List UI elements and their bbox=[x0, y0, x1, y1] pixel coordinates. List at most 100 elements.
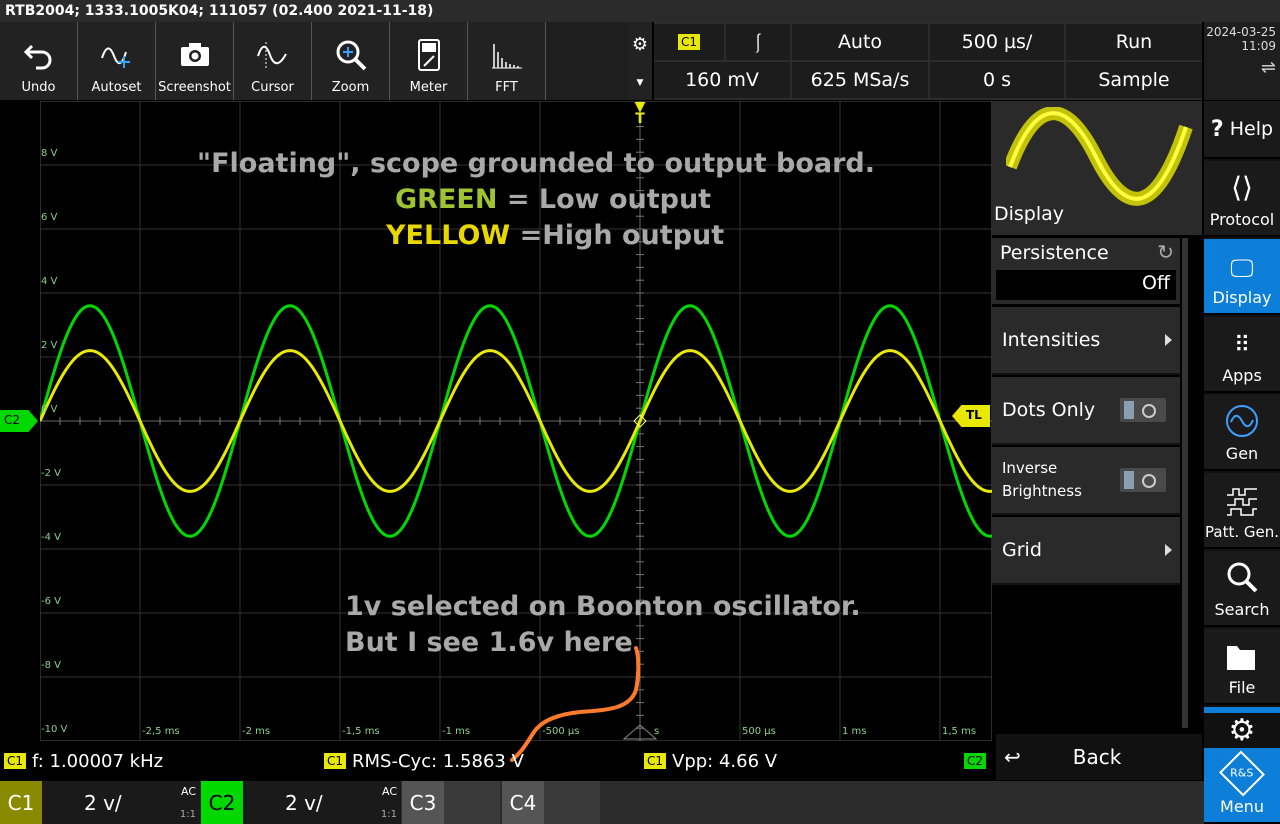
datetime: 2024-03-25 11:09 ⇌ bbox=[1204, 22, 1280, 100]
run-stop-button[interactable]: Run bbox=[1066, 24, 1202, 60]
c2-badge: C2 bbox=[964, 753, 987, 769]
c3-channel-tab[interactable]: C3 bbox=[402, 781, 444, 824]
timebase-scale[interactable]: 500 µs/ bbox=[930, 24, 1064, 60]
persistence-setting[interactable]: Persistence ↻ Off bbox=[992, 238, 1180, 304]
c1-scale: 2 v/ bbox=[84, 790, 122, 815]
freq-value: f: 1.00007 kHz bbox=[32, 750, 164, 772]
c1-channel-tab[interactable]: C1 bbox=[0, 781, 42, 824]
annotation-boonton: 1v selected on Boonton oscillator. bbox=[345, 591, 861, 622]
trigger-source[interactable]: C1 bbox=[654, 24, 724, 60]
cursor-button[interactable]: Cursor bbox=[234, 22, 312, 100]
xlabel: -2,5 ms bbox=[142, 726, 180, 737]
grid-menu-item[interactable]: Grid bbox=[992, 517, 1180, 585]
grid-label: Grid bbox=[1002, 539, 1042, 561]
chevron-right-icon bbox=[1165, 544, 1172, 556]
rs-logo-icon: R&S bbox=[1219, 750, 1265, 797]
apps-label: Apps bbox=[1222, 366, 1262, 385]
green-word: GREEN bbox=[395, 184, 498, 215]
measurement-rms[interactable]: C1 RMS-Cyc: 1.5863 V bbox=[324, 743, 524, 779]
search-button[interactable]: Search bbox=[1204, 551, 1280, 627]
c2-offset-marker[interactable]: C2 bbox=[0, 410, 38, 432]
generator-icon bbox=[1226, 405, 1258, 437]
date-text: 2024-03-25 bbox=[1206, 25, 1276, 39]
zoom-icon bbox=[336, 40, 366, 71]
trigger-level[interactable]: 160 mV bbox=[654, 62, 790, 98]
green-rest: = Low output bbox=[497, 184, 712, 215]
trigger-position-marker[interactable]: ▼ T bbox=[633, 100, 647, 129]
gen-button[interactable]: Gen bbox=[1204, 395, 1280, 471]
autoset-button[interactable]: Autoset bbox=[78, 22, 156, 100]
refresh-icon[interactable]: ↻ bbox=[1157, 240, 1174, 264]
c4-channel-tab[interactable]: C4 bbox=[502, 781, 544, 824]
rms-value: RMS-Cyc: 1.5863 V bbox=[352, 750, 524, 772]
dots-only-label: Dots Only bbox=[1002, 399, 1096, 421]
fft-button[interactable]: FFT bbox=[468, 22, 546, 100]
ylabel: -4 V bbox=[41, 532, 61, 543]
menu-button[interactable]: ⚙ R&S Menu bbox=[1204, 707, 1280, 824]
meter-icon bbox=[417, 39, 440, 71]
inverse-brightness-toggle[interactable] bbox=[1120, 468, 1166, 492]
ylabel: 6 V bbox=[41, 212, 58, 223]
c2-channel-settings[interactable]: 2 v/ AC 1:1 bbox=[243, 781, 401, 824]
inverse-brightness-setting[interactable]: Inverse Brightness bbox=[992, 447, 1180, 515]
yellow-word: YELLOW bbox=[386, 220, 511, 251]
display-preview: Display bbox=[992, 101, 1202, 235]
xlabel: -1 ms bbox=[442, 726, 471, 737]
ylabel: -10 V bbox=[41, 724, 68, 735]
protocol-button[interactable]: ⟨⟩ Protocol bbox=[1204, 161, 1280, 237]
folder-icon bbox=[1227, 646, 1255, 670]
dots-only-toggle[interactable] bbox=[1120, 398, 1166, 422]
pattern-gen-button[interactable]: Patt. Gen. bbox=[1204, 473, 1280, 549]
acquisition-mode[interactable]: Sample bbox=[1066, 62, 1202, 98]
apps-grid-icon: ⠿ bbox=[1233, 333, 1251, 358]
undo-icon bbox=[23, 44, 51, 70]
screenshot-button[interactable]: Screenshot bbox=[156, 22, 234, 100]
ylabel: 0 V bbox=[41, 404, 58, 415]
intensities-menu-item[interactable]: Intensities bbox=[992, 307, 1180, 375]
apps-button[interactable]: ⠿ Apps bbox=[1204, 317, 1280, 393]
c2-channel-tab[interactable]: C2 bbox=[201, 781, 243, 824]
settings-gear-button[interactable]: ⚙ ▼ bbox=[628, 22, 652, 100]
display-menu-panel: Display Persistence ↻ Off Intensities Do… bbox=[992, 101, 1202, 781]
persistence-value[interactable]: Off bbox=[996, 270, 1176, 300]
time-offset[interactable]: 0 s bbox=[930, 62, 1064, 98]
sample-rate[interactable]: 625 MSa/s bbox=[792, 62, 928, 98]
display-button[interactable]: 🖵 Display bbox=[1204, 239, 1280, 315]
undo-button[interactable]: Undo bbox=[0, 22, 78, 100]
measurement-c2-badge[interactable]: C2 bbox=[964, 743, 987, 779]
trigger-t-label: T bbox=[635, 111, 645, 127]
main-sidebar: ? Help ⟨⟩ Protocol 🖵 Display ⠿ Apps Gen Pat… bbox=[1204, 101, 1280, 824]
xlabel: 500 µs bbox=[742, 726, 776, 737]
display-title: Display bbox=[994, 203, 1065, 225]
c1-badge: C1 bbox=[324, 753, 347, 769]
c2-scale: 2 v/ bbox=[285, 790, 323, 815]
search-label: Search bbox=[1214, 600, 1270, 619]
zoom-button[interactable]: Zoom bbox=[312, 22, 390, 100]
c1-badge: C1 bbox=[4, 753, 27, 769]
gen-label: Gen bbox=[1225, 444, 1259, 463]
back-arrow-icon: ↩ bbox=[1004, 745, 1021, 769]
camera-icon bbox=[180, 43, 209, 66]
meter-label: Meter bbox=[409, 80, 448, 95]
measurement-frequency[interactable]: C1 f: 1.00007 kHz bbox=[4, 743, 163, 779]
c3-channel-settings[interactable] bbox=[444, 781, 500, 824]
dots-only-setting[interactable]: Dots Only bbox=[992, 377, 1180, 445]
help-button[interactable]: ? Help bbox=[1204, 101, 1280, 159]
monitor-icon: 🖵 bbox=[1230, 254, 1254, 282]
meter-button[interactable]: Meter bbox=[390, 22, 468, 100]
panel-scrollbar[interactable] bbox=[1182, 238, 1188, 728]
back-button[interactable]: ↩ Back bbox=[996, 734, 1202, 780]
chevron-right-icon bbox=[1165, 334, 1172, 346]
autoset-icon bbox=[100, 47, 130, 68]
file-button[interactable]: File bbox=[1204, 629, 1280, 705]
c1-ratio: 1:1 bbox=[179, 809, 196, 820]
protocol-icon: ⟨⟩ bbox=[1231, 171, 1253, 204]
trigger-slope[interactable]: ⎰ bbox=[726, 24, 790, 60]
measurement-vpp[interactable]: C1 Vpp: 4.66 V bbox=[644, 743, 777, 779]
c4-channel-settings[interactable] bbox=[544, 781, 600, 824]
file-label: File bbox=[1228, 678, 1256, 697]
c1-channel-settings[interactable]: 2 v/ AC 1:1 bbox=[42, 781, 200, 824]
trigger-mode[interactable]: Auto bbox=[792, 24, 928, 60]
toolbar: Undo Autoset Screenshot Cursor Zoom Mete… bbox=[0, 22, 628, 100]
inverse-label-1: Inverse bbox=[1002, 459, 1058, 477]
